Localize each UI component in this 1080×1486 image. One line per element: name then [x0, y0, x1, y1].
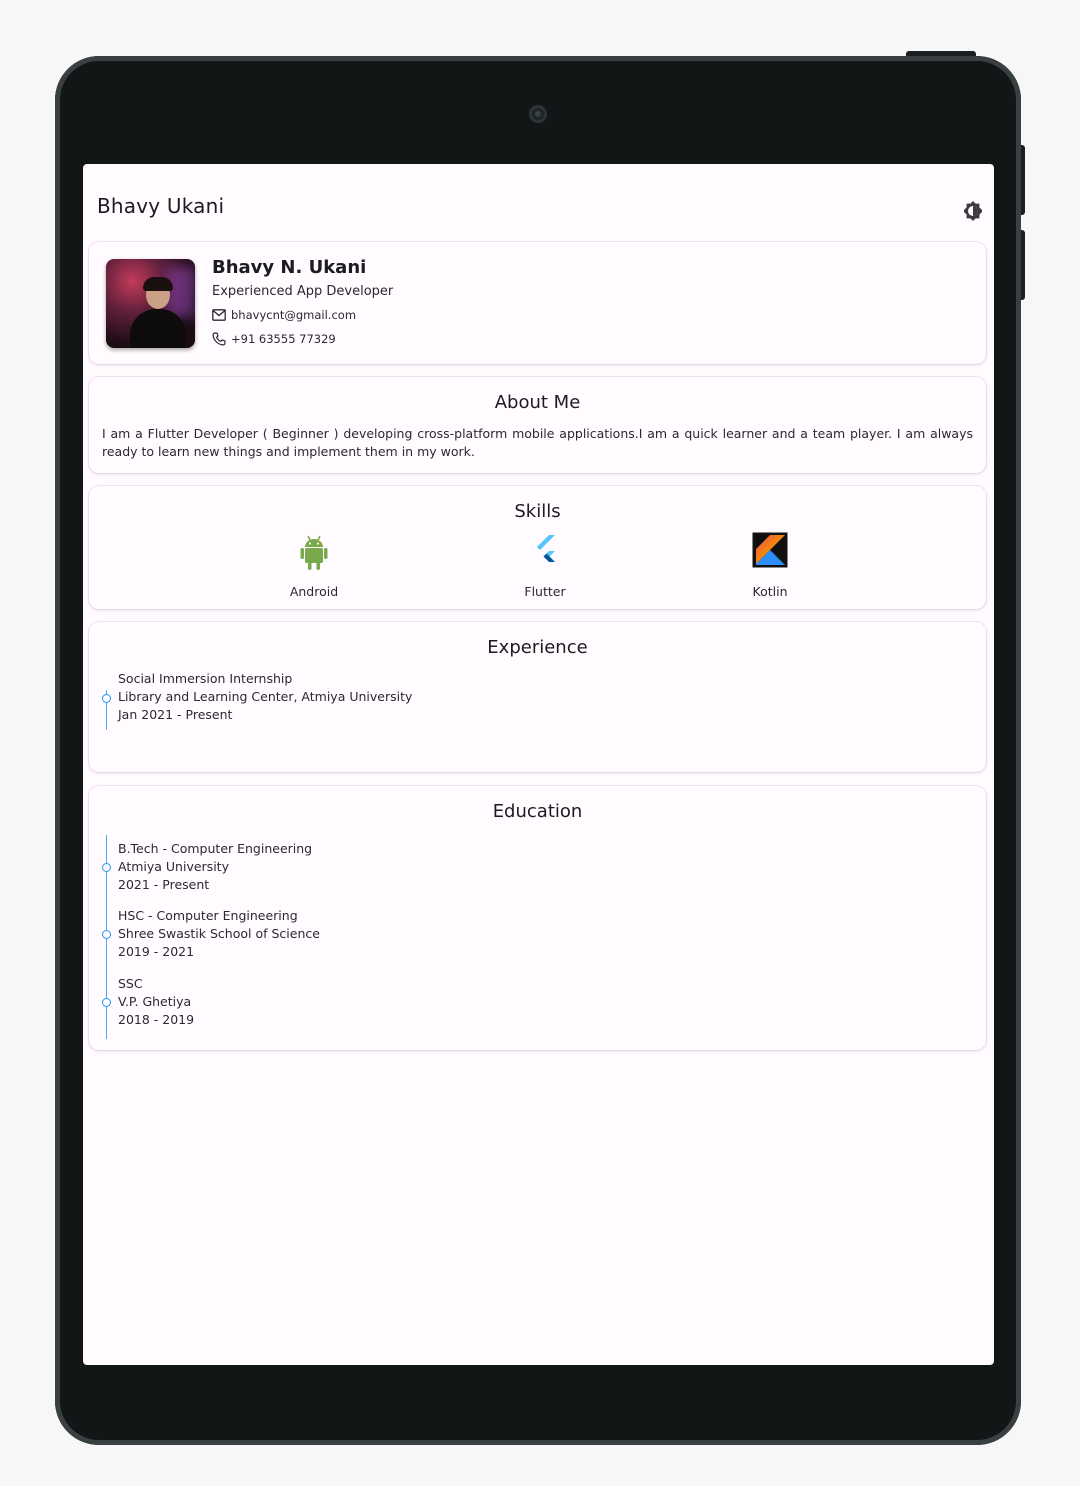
android-icon — [300, 535, 328, 570]
avatar — [106, 259, 195, 348]
brightness-icon — [964, 201, 982, 221]
education-title: Education — [492, 801, 583, 822]
profile-email-row[interactable]: bhavycnt@gmail.com — [212, 308, 356, 322]
skills-card: Skills Android Flutter Kotlin — [89, 486, 986, 609]
education-dates: 2021 - Present — [118, 877, 210, 892]
education-degree: B.Tech - Computer Engineering — [118, 841, 313, 856]
skill-kotlin: Kotlin — [710, 532, 830, 599]
education-degree: SSC — [118, 976, 143, 991]
education-school: V.P. Ghetiya — [118, 994, 192, 1009]
education-card: Education B.Tech - Computer Engineering … — [89, 786, 986, 1050]
education-dates: 2019 - 2021 — [118, 944, 195, 959]
app-bar: Bhavy Ukani — [83, 164, 994, 252]
profile-phone-row[interactable]: +91 63555 77329 — [212, 332, 336, 346]
profile-email: bhavycnt@gmail.com — [231, 308, 357, 322]
theme-toggle-button[interactable] — [961, 199, 985, 223]
about-title: About Me — [494, 392, 581, 413]
education-school: Atmiya University — [118, 859, 229, 874]
skills-title: Skills — [514, 501, 561, 522]
experience-org: Library and Learning Center, Atmiya Univ… — [118, 689, 413, 704]
education-school: Shree Swastik School of Science — [118, 926, 320, 941]
mail-icon — [212, 309, 226, 321]
app-title: Bhavy Ukani — [97, 194, 225, 218]
experience-title: Experience — [487, 637, 588, 658]
timeline-item: B.Tech - Computer Engineering Atmiya Uni… — [102, 835, 506, 903]
experience-role: Social Immersion Internship — [118, 671, 293, 686]
timeline-item: HSC - Computer Engineering Shree Swastik… — [102, 903, 506, 971]
timeline-item: Social Immersion Internship Library and … — [102, 670, 506, 730]
profile-phone: +91 63555 77329 — [231, 332, 336, 346]
education-degree: HSC - Computer Engineering — [118, 908, 298, 923]
flutter-icon — [537, 535, 555, 562]
skill-label: Kotlin — [752, 584, 788, 599]
timeline-dot — [102, 863, 111, 872]
kotlin-icon — [752, 532, 788, 568]
experience-card: Experience Social Immersion Internship L… — [89, 622, 986, 772]
timeline-dot — [102, 998, 111, 1007]
phone-icon — [212, 332, 226, 346]
timeline-dot — [102, 930, 111, 939]
about-card: About Me I am a Flutter Developer ( Begi… — [89, 377, 986, 473]
profile-role: Experienced App Developer — [212, 284, 394, 299]
camera-icon — [529, 105, 547, 123]
profile-card: Bhavy N. Ukani Experienced App Developer… — [89, 242, 986, 364]
timeline-item: SSC V.P. Ghetiya 2018 - 2019 — [102, 971, 506, 1039]
timeline-dot — [102, 694, 111, 703]
app-screen: Bhavy Ukani Bhavy N. Ukani Experienced A… — [83, 164, 994, 1365]
experience-dates: Jan 2021 - Present — [118, 707, 233, 722]
skill-android: Android — [254, 532, 374, 599]
profile-name: Bhavy N. Ukani — [212, 257, 367, 278]
skill-label: Android — [289, 584, 339, 599]
about-text: I am a Flutter Developer ( Beginner ) de… — [102, 426, 973, 459]
skill-flutter: Flutter — [485, 532, 605, 599]
skill-label: Flutter — [524, 584, 566, 599]
education-dates: 2018 - 2019 — [118, 1012, 195, 1027]
